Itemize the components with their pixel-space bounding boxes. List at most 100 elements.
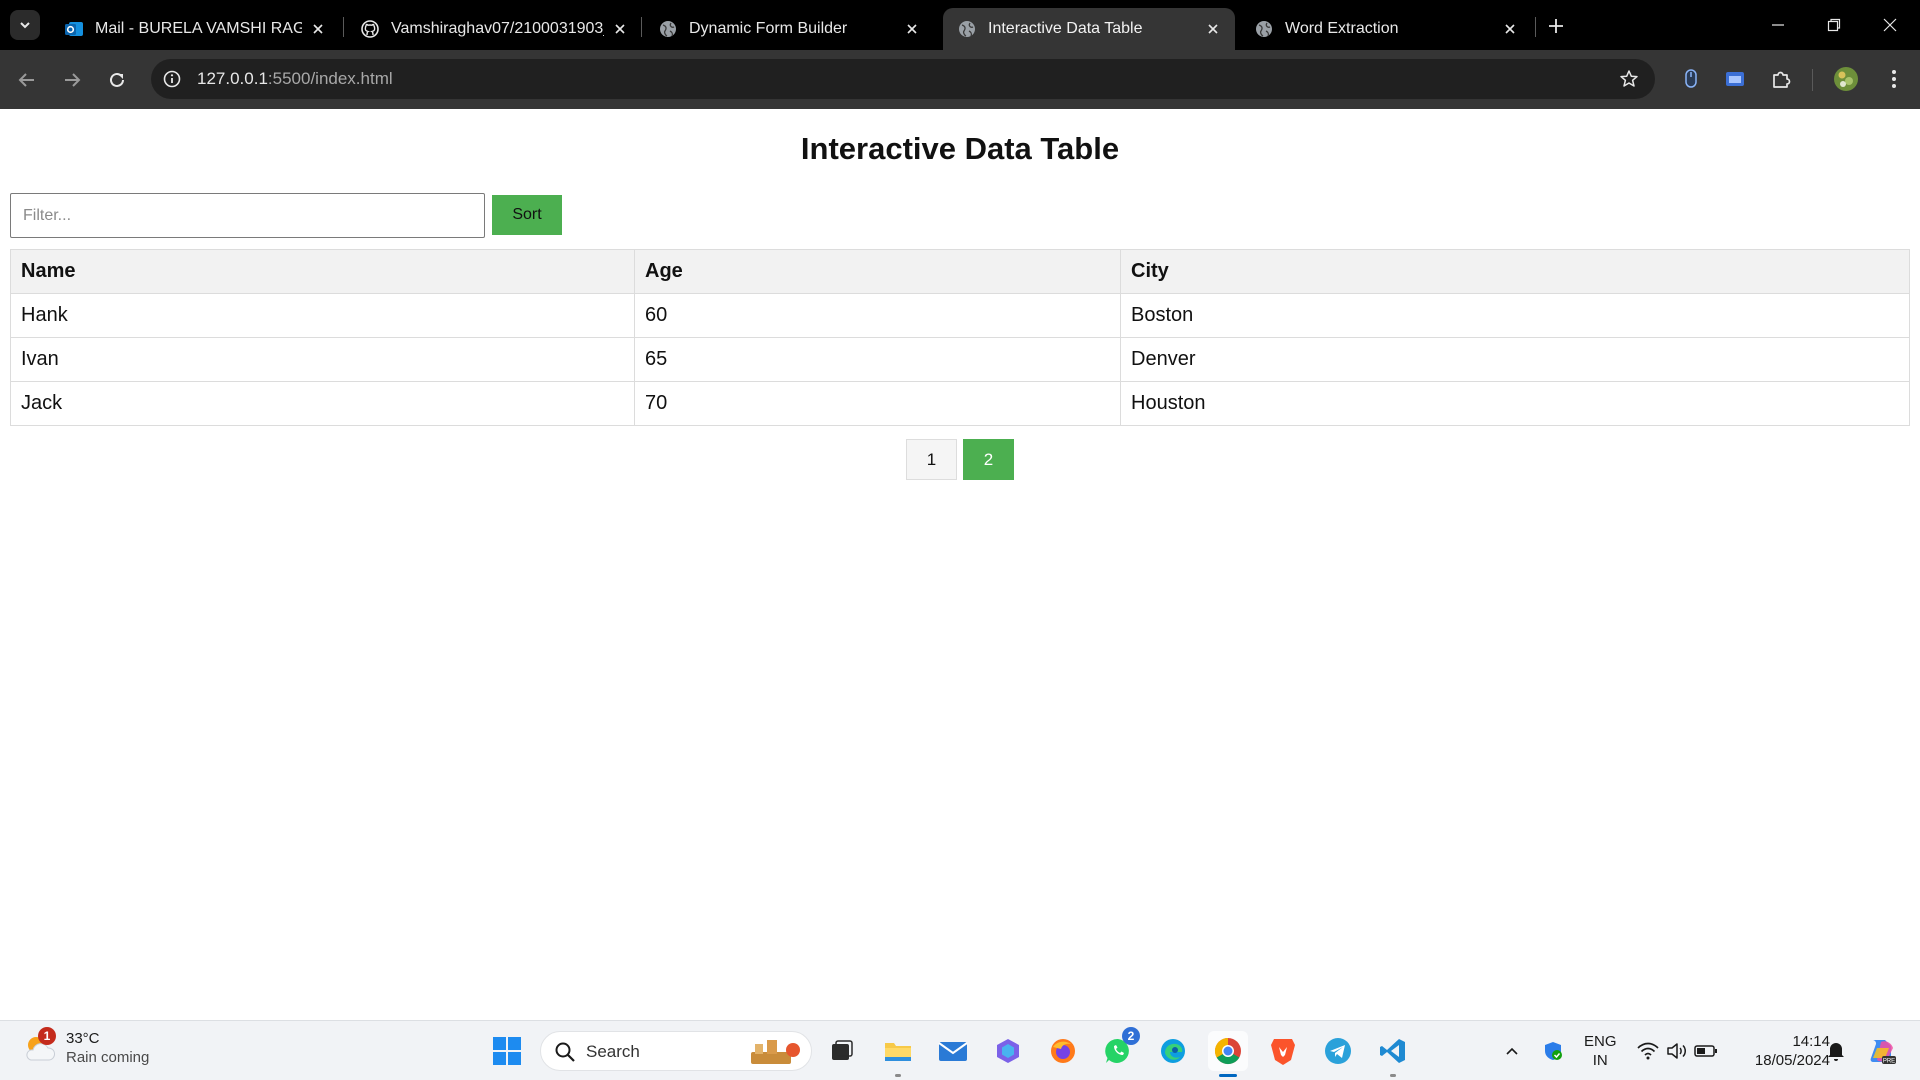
- cell-age: 70: [634, 381, 1121, 426]
- url-text[interactable]: 127.0.0.1:5500/index.html: [197, 69, 393, 89]
- column-header-age[interactable]: Age: [634, 249, 1121, 294]
- vscode-icon: [1380, 1039, 1405, 1063]
- page-button-1[interactable]: 1: [906, 439, 957, 480]
- back-button[interactable]: [10, 63, 44, 97]
- taskbar-file-explorer[interactable]: [878, 1031, 918, 1077]
- pagination: 1 2: [906, 439, 1014, 480]
- close-icon[interactable]: [610, 19, 630, 39]
- sort-button[interactable]: Sort: [492, 195, 562, 235]
- copilot-preview-icon[interactable]: PRE: [1867, 1036, 1897, 1066]
- task-view-button[interactable]: [822, 1031, 862, 1071]
- taskbar-brave[interactable]: [1263, 1031, 1303, 1071]
- minimize-button[interactable]: [1750, 0, 1806, 50]
- telegram-icon: [1325, 1038, 1351, 1064]
- weather-badge: 1: [38, 1027, 56, 1045]
- close-icon[interactable]: [1203, 19, 1223, 39]
- close-icon[interactable]: [308, 19, 328, 39]
- mail-icon: [938, 1042, 968, 1061]
- globe-icon: [1254, 19, 1274, 39]
- tab-dynamic-form-builder[interactable]: Dynamic Form Builder: [644, 8, 934, 50]
- taskbar-mail[interactable]: [933, 1031, 973, 1071]
- forward-button[interactable]: [55, 63, 89, 97]
- battery-icon[interactable]: [1694, 1039, 1718, 1063]
- new-tab-button[interactable]: [1542, 12, 1570, 40]
- language-indicator[interactable]: ENG IN: [1584, 1032, 1617, 1070]
- close-icon[interactable]: [902, 19, 922, 39]
- site-info-icon[interactable]: [160, 67, 184, 91]
- notification-bell-icon[interactable]: [1824, 1039, 1848, 1063]
- weather-widget[interactable]: 1 33°C Rain coming: [22, 1027, 150, 1067]
- security-shield-icon[interactable]: [1541, 1039, 1565, 1063]
- weather-description: Rain coming: [66, 1049, 150, 1066]
- page-button-2[interactable]: 2: [963, 439, 1014, 480]
- clock[interactable]: 14:14 18/05/2024: [1734, 1032, 1830, 1070]
- tab-word-extraction[interactable]: Word Extraction: [1240, 8, 1532, 50]
- page-content: Interactive Data Table Sort Name Age Cit…: [0, 109, 1920, 1020]
- extensions-puzzle-icon[interactable]: [1767, 65, 1795, 93]
- volume-icon[interactable]: [1665, 1039, 1689, 1063]
- firefox-icon: [1051, 1039, 1075, 1063]
- region-code: IN: [1592, 1052, 1608, 1069]
- svg-text:PRE: PRE: [1883, 1059, 1895, 1065]
- clock-time: 14:14: [1792, 1033, 1830, 1050]
- column-header-name[interactable]: Name: [10, 249, 635, 294]
- extension-window-icon[interactable]: [1721, 65, 1749, 93]
- tab-separator: [641, 17, 642, 37]
- tab-title: Word Extraction: [1285, 20, 1399, 37]
- tab-title: Vamshiraghav07/2100031903_FullStack: [391, 20, 604, 37]
- toolbar-separator: [1812, 69, 1813, 91]
- cell-city: Houston: [1120, 381, 1910, 426]
- table-row: Jack 70 Houston: [10, 381, 1910, 426]
- chrome-icon: [1214, 1037, 1241, 1065]
- close-icon: [1883, 18, 1897, 32]
- globe-icon: [957, 19, 977, 39]
- wifi-icon[interactable]: [1636, 1039, 1660, 1063]
- column-header-city[interactable]: City: [1120, 249, 1910, 294]
- close-icon[interactable]: [1500, 19, 1520, 39]
- menu-kebab-icon[interactable]: [1880, 65, 1908, 93]
- data-table: Name Age City Hank 60 Boston Ivan 65 Den…: [10, 249, 1910, 426]
- cell-city: Denver: [1120, 337, 1910, 382]
- outlook-icon: [64, 19, 84, 39]
- taskbar-chrome[interactable]: [1208, 1031, 1248, 1077]
- browser-toolbar: 127.0.0.1:5500/index.html: [0, 50, 1920, 109]
- taskbar-vscode[interactable]: [1373, 1031, 1413, 1077]
- profile-avatar[interactable]: [1832, 65, 1860, 93]
- taskbar-firefox[interactable]: [1043, 1031, 1083, 1071]
- task-view-icon: [832, 1040, 853, 1060]
- taskbar-whatsapp[interactable]: 2: [1098, 1027, 1140, 1071]
- taskbar-telegram[interactable]: [1318, 1031, 1358, 1071]
- weather-temperature: 33°C: [66, 1030, 100, 1047]
- close-window-button[interactable]: [1862, 0, 1918, 50]
- page-title: Interactive Data Table: [800, 131, 1120, 166]
- tab-github[interactable]: Vamshiraghav07/2100031903_FullStack: [346, 8, 642, 50]
- filter-input[interactable]: [10, 193, 485, 238]
- tab-mail[interactable]: Mail - BURELA VAMSHI RAGHAV: [50, 8, 340, 50]
- taskbar-copilot[interactable]: [988, 1031, 1028, 1071]
- reload-button[interactable]: [100, 63, 134, 97]
- tab-separator: [343, 17, 344, 37]
- restore-icon: [1827, 18, 1841, 32]
- bookmark-star-icon[interactable]: [1617, 67, 1641, 91]
- search-icon: [555, 1042, 575, 1062]
- start-button[interactable]: [487, 1031, 527, 1071]
- table-row: Ivan 65 Denver: [10, 337, 1910, 382]
- tab-interactive-data-table[interactable]: Interactive Data Table: [943, 8, 1235, 50]
- search-label: Search: [586, 1042, 640, 1061]
- windows-logo-icon: [493, 1037, 521, 1065]
- taskbar-edge[interactable]: [1153, 1031, 1193, 1071]
- taskbar-search[interactable]: Search: [540, 1031, 812, 1071]
- extension-mouse-icon[interactable]: [1677, 65, 1705, 93]
- restore-button[interactable]: [1806, 0, 1862, 50]
- tab-search-button[interactable]: [10, 10, 40, 40]
- chevron-up-icon[interactable]: [1500, 1039, 1524, 1063]
- url-host: 127.0.0.1: [197, 69, 268, 88]
- tab-title: Dynamic Form Builder: [689, 20, 848, 37]
- chevron-down-icon: [20, 22, 30, 29]
- address-bar[interactable]: 127.0.0.1:5500/index.html: [151, 59, 1655, 99]
- minimize-icon: [1772, 24, 1784, 26]
- browser-tab-strip: Mail - BURELA VAMSHI RAGHAV Vamshiraghav…: [0, 0, 1920, 50]
- copilot-icon: [997, 1039, 1019, 1063]
- cell-name: Ivan: [10, 337, 635, 382]
- edge-icon: [1161, 1039, 1185, 1063]
